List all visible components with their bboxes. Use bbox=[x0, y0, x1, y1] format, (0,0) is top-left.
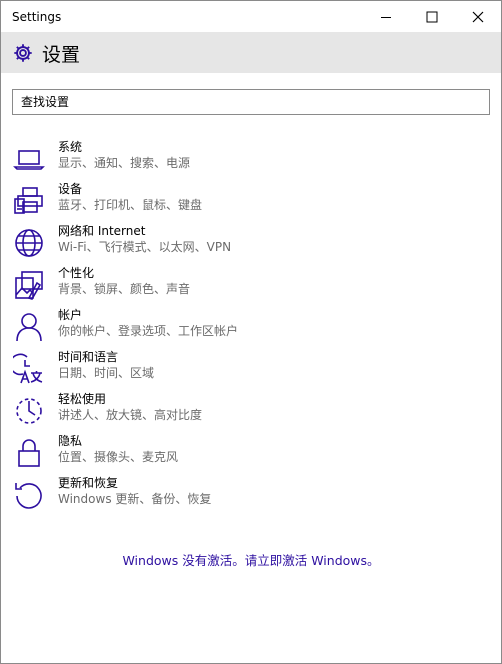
page-header: 设置 bbox=[1, 33, 501, 73]
category-devices[interactable]: 设备 蓝牙、打印机、鼠标、键盘 bbox=[1, 181, 501, 223]
settings-category-list: 系统 显示、通知、搜索、电源 设备 蓝牙、打印机、鼠标、键盘 网络和 Inter… bbox=[1, 139, 501, 517]
category-accounts[interactable]: 帐户 你的帐户、登录选项、工作区帐户 bbox=[1, 307, 501, 349]
category-description: 蓝牙、打印机、鼠标、键盘 bbox=[58, 198, 203, 212]
category-time-language[interactable]: 时间和语言 日期、时间、区域 bbox=[1, 349, 501, 391]
window-controls bbox=[363, 1, 501, 32]
category-ease-of-access[interactable]: 轻松使用 讲述人、放大镜、高对比度 bbox=[1, 391, 501, 433]
category-system[interactable]: 系统 显示、通知、搜索、电源 bbox=[1, 139, 501, 181]
update-icon bbox=[13, 479, 45, 511]
globe-icon bbox=[13, 227, 45, 259]
category-update-recovery[interactable]: 更新和恢复 Windows 更新、备份、恢复 bbox=[1, 475, 501, 517]
category-personalization[interactable]: 个性化 背景、锁屏、颜色、声音 bbox=[1, 265, 501, 307]
title-bar[interactable]: Settings bbox=[1, 1, 501, 33]
category-label: 系统 bbox=[58, 140, 83, 154]
category-description: 显示、通知、搜索、电源 bbox=[58, 156, 191, 170]
category-label: 更新和恢复 bbox=[58, 476, 119, 490]
maximize-icon bbox=[426, 11, 438, 22]
settings-window: Settings 设置 查找设置 系统 显示、通知、搜索、电源 设备 蓝牙、打印… bbox=[0, 0, 502, 664]
category-description: 背景、锁屏、颜色、声音 bbox=[58, 282, 191, 296]
lock-icon bbox=[13, 437, 45, 469]
laptop-icon bbox=[13, 143, 45, 175]
page-title: 设置 bbox=[42, 43, 81, 66]
category-label: 帐户 bbox=[58, 308, 83, 322]
ease-of-access-icon bbox=[13, 395, 45, 427]
category-description: Windows 更新、备份、恢复 bbox=[58, 492, 212, 506]
category-privacy[interactable]: 隐私 位置、摄像头、麦克风 bbox=[1, 433, 501, 475]
personalization-icon bbox=[13, 269, 45, 301]
time-language-icon bbox=[13, 353, 45, 385]
category-label: 隐私 bbox=[58, 434, 83, 448]
close-icon bbox=[472, 11, 484, 22]
person-icon bbox=[13, 311, 45, 343]
minimize-button[interactable] bbox=[363, 1, 409, 32]
search-input[interactable] bbox=[12, 89, 490, 115]
activate-windows-link[interactable]: Windows 没有激活。请立即激活 Windows。 bbox=[1, 550, 501, 569]
category-description: 你的帐户、登录选项、工作区帐户 bbox=[58, 324, 239, 338]
category-label: 设备 bbox=[58, 182, 83, 196]
category-description: 日期、时间、区域 bbox=[58, 366, 155, 380]
category-label: 轻松使用 bbox=[58, 392, 107, 406]
category-label: 个性化 bbox=[58, 266, 95, 280]
printer-icon bbox=[13, 185, 45, 217]
maximize-button[interactable] bbox=[409, 1, 455, 32]
gear-icon bbox=[12, 42, 34, 64]
category-network[interactable]: 网络和 Internet Wi-Fi、飞行模式、以太网、VPN bbox=[1, 223, 501, 265]
category-description: 讲述人、放大镜、高对比度 bbox=[58, 408, 203, 422]
close-button[interactable] bbox=[455, 1, 501, 32]
category-label: 时间和语言 bbox=[58, 350, 119, 364]
category-description: 位置、摄像头、麦克风 bbox=[58, 450, 179, 464]
category-label: 网络和 Internet bbox=[58, 224, 146, 238]
minimize-icon bbox=[381, 16, 391, 18]
window-title: Settings bbox=[12, 9, 62, 24]
category-description: Wi-Fi、飞行模式、以太网、VPN bbox=[58, 240, 232, 254]
